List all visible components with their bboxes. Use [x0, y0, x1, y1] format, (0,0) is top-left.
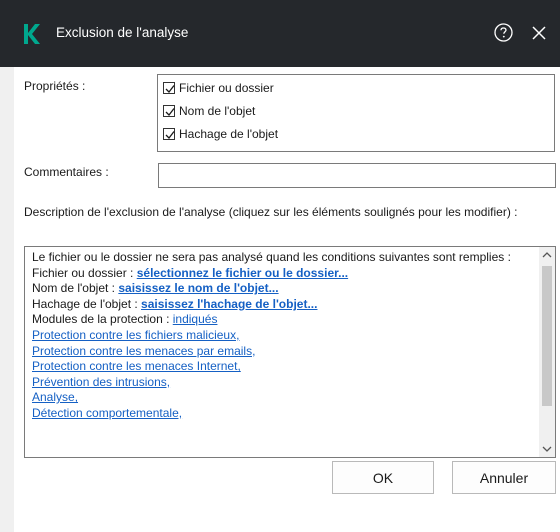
description-intro: Le fichier ou le dossier ne sera pas ana…: [32, 250, 511, 264]
modules-label: Modules de la protection :: [32, 312, 173, 327]
description-scrollbar[interactable]: [539, 247, 555, 457]
kaspersky-logo-icon: [24, 24, 40, 44]
comments-input[interactable]: [158, 163, 556, 188]
checkbox-file-or-folder[interactable]: Fichier ou dossier: [163, 79, 274, 97]
checkbox-label: Nom de l'objet: [179, 104, 256, 118]
checkbox-icon[interactable]: [163, 128, 175, 140]
window-title: Exclusion de l'analyse: [56, 25, 189, 40]
hash-label: Hachage de l'objet :: [32, 296, 142, 311]
description-content: Le fichier ou le dossier ne sera pas ana…: [32, 250, 527, 422]
description-label: Description de l'exclusion de l'analyse …: [24, 205, 518, 219]
scroll-down-icon[interactable]: [539, 441, 555, 457]
description-box: Le fichier ou le dossier ne sera pas ana…: [24, 246, 556, 458]
checkbox-object-name[interactable]: Nom de l'objet: [163, 102, 255, 120]
module-link-web-threats[interactable]: Protection contre les menaces Internet,: [32, 359, 241, 373]
checkbox-label: Fichier ou dossier: [179, 81, 274, 95]
help-icon[interactable]: [493, 22, 514, 43]
module-link-behavior-detection[interactable]: Détection comportementale,: [32, 406, 182, 420]
enter-hash-link[interactable]: saisissez l'hachage de l'objet...: [141, 297, 317, 311]
cancel-button[interactable]: Annuler: [452, 461, 556, 494]
comments-label: Commentaires :: [24, 165, 109, 179]
scroll-up-icon[interactable]: [539, 247, 555, 263]
properties-label: Propriétés :: [24, 79, 86, 93]
title-bar: Exclusion de l'analyse: [0, 0, 560, 67]
enter-name-link[interactable]: saisissez le nom de l'objet...: [118, 281, 278, 295]
hash-row: Hachage de l'objet : saisissez l'hachage…: [32, 297, 527, 313]
checkbox-icon[interactable]: [163, 105, 175, 117]
module-link-email-threats[interactable]: Protection contre les menaces par emails…: [32, 344, 255, 358]
file-label: Fichier ou dossier :: [32, 265, 137, 280]
name-row: Nom de l'objet : saisissez le nom de l'o…: [32, 281, 527, 297]
close-icon[interactable]: [530, 24, 548, 42]
module-link-scan[interactable]: Analyse,: [32, 390, 78, 404]
scrollbar-thumb[interactable]: [542, 266, 552, 406]
checkbox-icon[interactable]: [163, 82, 175, 94]
name-label: Nom de l'objet :: [32, 281, 119, 296]
window-frame: [0, 67, 14, 532]
select-file-link[interactable]: sélectionnez le fichier ou le dossier...: [137, 266, 348, 280]
properties-list: Fichier ou dossier Nom de l'objet Hachag…: [157, 74, 555, 152]
module-link-malicious-files[interactable]: Protection contre les fichiers malicieux…: [32, 328, 239, 342]
modules-row: Modules de la protection : indiqués: [32, 312, 527, 328]
module-link-intrusion-prevention[interactable]: Prévention des intrusions,: [32, 375, 170, 389]
checkbox-label: Hachage de l'objet: [179, 127, 279, 141]
file-row: Fichier ou dossier : sélectionnez le fic…: [32, 266, 527, 282]
ok-button[interactable]: OK: [332, 461, 434, 494]
checkbox-object-hash[interactable]: Hachage de l'objet: [163, 125, 278, 143]
modules-indicated-link[interactable]: indiqués: [173, 312, 218, 326]
